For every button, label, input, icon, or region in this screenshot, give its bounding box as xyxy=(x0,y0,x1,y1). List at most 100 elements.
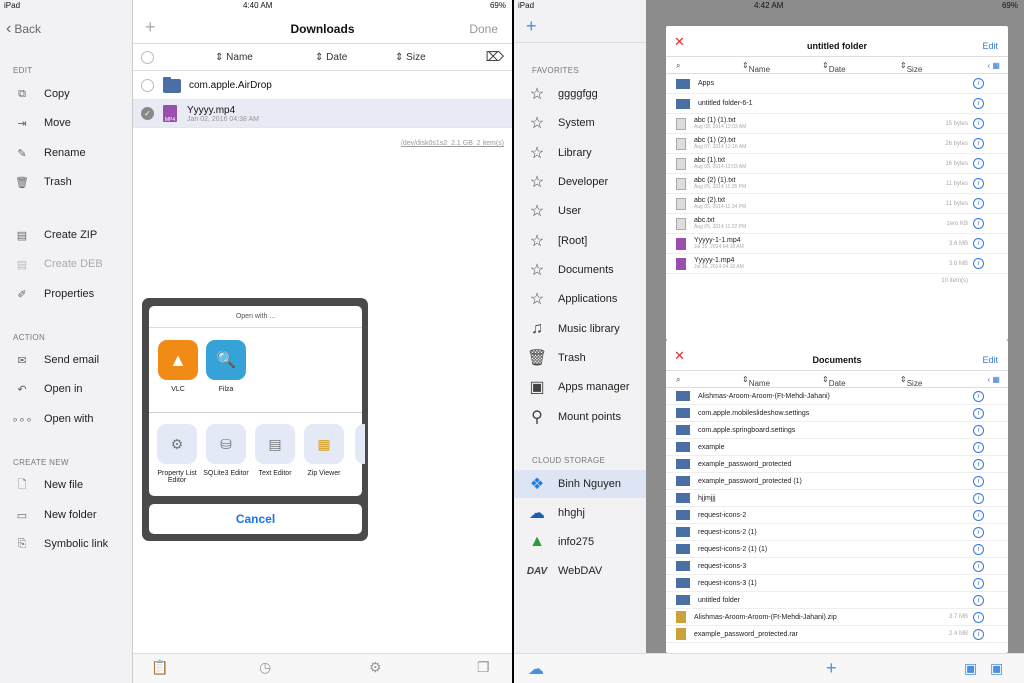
favorite-item[interactable]: ⚲ Mount points xyxy=(526,406,621,428)
clock-icon[interactable]: ◷ xyxy=(259,659,271,676)
info-icon[interactable]: i xyxy=(973,611,984,623)
info-icon[interactable]: i xyxy=(973,158,984,169)
action-text-editor[interactable]: ▤ Text Editor xyxy=(252,424,298,477)
search-icon[interactable]: ⌕ xyxy=(676,375,680,385)
file-row[interactable]: abc (1).txt Aug 05, 2014 12:03 AM 16 bytes… xyxy=(666,154,1008,174)
action-property-list-editor[interactable]: ⚙ Property List Editor xyxy=(154,424,200,484)
file-row[interactable]: com.apple.mobileslideshow.settings i xyxy=(666,405,1008,422)
sort-date[interactable]: ⇕ Date xyxy=(822,61,846,74)
file-row[interactable]: Yyyyy-1-1.mp4 Jul 16, 2014 04:18 AM 3.6 MB… xyxy=(666,234,1008,254)
row-radio[interactable] xyxy=(141,79,154,92)
sort-date[interactable]: ⇕ Date xyxy=(315,52,347,63)
action-new-folder[interactable]: ▭ New folder xyxy=(13,504,97,526)
sort-name[interactable]: ⇕ Name xyxy=(742,61,770,74)
action-move[interactable]: ⇥ Move xyxy=(13,112,71,134)
info-icon[interactable]: i xyxy=(973,458,984,470)
file-row[interactable]: request-icons-3 (1) i xyxy=(666,575,1008,592)
action-zip-viewer[interactable]: ▦ Zip Viewer xyxy=(301,424,347,477)
info-icon[interactable]: i xyxy=(973,543,984,555)
favorite-item[interactable]: ☆ Developer xyxy=(526,171,608,193)
clipboard-icon[interactable]: 📋 xyxy=(151,659,168,676)
row-radio-checked[interactable]: ✓ xyxy=(141,107,154,120)
info-icon[interactable]: i xyxy=(973,258,984,269)
file-row[interactable]: com.apple.AirDrop xyxy=(133,72,512,100)
action-trash[interactable]: 🗑 Trash xyxy=(13,171,72,193)
folder-dropbox-icon[interactable]: ▣ xyxy=(990,660,1003,677)
sort-size[interactable]: ⇕ Size xyxy=(900,61,922,74)
info-icon[interactable]: i xyxy=(973,407,984,419)
done-button[interactable]: Done xyxy=(469,22,498,36)
info-icon[interactable]: i xyxy=(973,138,984,149)
disk-path[interactable]: /dev/disk0s1s2 xyxy=(401,140,447,147)
favorite-item[interactable]: ☆ [Root] xyxy=(526,230,588,252)
info-icon[interactable]: i xyxy=(973,238,984,249)
file-row[interactable]: example_password_protected (1) i xyxy=(666,473,1008,490)
info-icon[interactable]: i xyxy=(973,441,984,453)
info-icon[interactable]: i xyxy=(973,118,984,129)
info-icon[interactable]: i xyxy=(973,198,984,209)
info-icon[interactable]: i xyxy=(973,560,984,572)
favorite-item[interactable]: 🗑 Trash xyxy=(526,347,586,369)
file-row[interactable]: com.apple.springboard.settings i xyxy=(666,422,1008,439)
info-icon[interactable]: i xyxy=(973,390,984,402)
windows-icon[interactable]: ❐ xyxy=(477,659,490,676)
file-row[interactable]: abc (1) (2).txt Aug 07, 2014 12:16 AM 26 b… xyxy=(666,134,1008,154)
file-row[interactable]: example i xyxy=(666,439,1008,456)
action-open-in[interactable]: ↶ Open in xyxy=(13,378,82,400)
favorite-item[interactable]: ☆ User xyxy=(526,200,581,222)
info-icon[interactable]: i xyxy=(973,424,984,436)
info-icon[interactable]: i xyxy=(973,218,984,229)
app-vlc[interactable]: ▲ VLC xyxy=(155,340,201,393)
favorite-item[interactable]: ☆ Documents xyxy=(526,259,614,281)
gear-icon[interactable]: ⚙ xyxy=(369,659,382,676)
file-row[interactable]: request-icons-2 i xyxy=(666,507,1008,524)
cloud-icon[interactable]: ☁ xyxy=(528,659,544,679)
tag-icon[interactable]: ⌦ xyxy=(486,49,504,65)
file-row[interactable]: request-icons-2 (1) i xyxy=(666,524,1008,541)
favorite-item[interactable]: ☆ System xyxy=(526,112,595,134)
info-icon[interactable]: i xyxy=(973,509,984,521)
window-card-documents[interactable]: ✕ Documents Edit ⌕ ⇕ Name ⇕ Date ⇕ Size ‹ ▦ Al… xyxy=(666,340,1008,653)
add-window-icon[interactable]: + xyxy=(826,658,837,679)
file-row[interactable]: Alishmas-Aroom-Aroom-(Ft-Mehdi-Jahani) i xyxy=(666,388,1008,405)
file-row[interactable]: untitled folder i xyxy=(666,592,1008,609)
file-row[interactable]: example_password_protected i xyxy=(666,456,1008,473)
cloud-item[interactable]: DAV WebDAV xyxy=(526,560,602,582)
action-copy[interactable]: ⧉ Copy xyxy=(13,83,70,105)
sort-size[interactable]: ⇕ Size xyxy=(395,52,426,63)
file-row[interactable]: request-icons-2 (1) (1) i xyxy=(666,541,1008,558)
info-icon[interactable]: i xyxy=(973,628,984,640)
sort-name[interactable]: ⇕ Name xyxy=(742,375,770,388)
action-create-zip[interactable]: ▤ Create ZIP xyxy=(13,224,97,246)
select-all-radio[interactable] xyxy=(141,51,154,64)
file-row[interactable]: abc.txt Aug 05, 2014 11:22 PM zero KB i xyxy=(666,214,1008,234)
file-row[interactable]: Alishmas-Aroom-Aroom-(Ft-Mehdi-Jahani).z… xyxy=(666,609,1008,626)
action-symbolic-link[interactable]: ⎘ Symbolic link xyxy=(13,533,109,555)
favorite-item[interactable]: ☆ Library xyxy=(526,142,592,164)
favorite-item[interactable]: ▣ Apps manager xyxy=(526,376,629,398)
add-icon[interactable]: + xyxy=(526,16,537,37)
action-open-with[interactable]: ∘∘∘ Open with xyxy=(12,408,94,430)
info-icon[interactable]: i xyxy=(973,475,984,487)
file-row[interactable]: untitled folder-6-1 i xyxy=(666,94,1008,114)
search-icon[interactable]: ⌕ xyxy=(676,61,680,71)
info-icon[interactable]: i xyxy=(973,577,984,589)
cloud-item-selected[interactable]: ❖ Binh Nguyen xyxy=(514,470,646,498)
file-row[interactable]: request-icons-3 i xyxy=(666,558,1008,575)
window-card-untitled-folder[interactable]: ✕ untitled folder Edit ⌕ ⇕ Name ⇕ Date ⇕ Size… xyxy=(666,26,1008,340)
sort-name[interactable]: ⇕ Name xyxy=(215,52,253,63)
info-icon[interactable]: i xyxy=(973,78,984,89)
info-icon[interactable]: i xyxy=(973,594,984,606)
cloud-item[interactable]: ☁ hhghj xyxy=(526,502,585,524)
cancel-button[interactable]: Cancel xyxy=(149,504,362,534)
app-filza[interactable]: 🔍 Filza xyxy=(203,340,249,393)
info-icon[interactable]: i xyxy=(973,492,984,504)
file-row-selected[interactable]: ✓ MP4 Yyyyy.mp4 Jan 02, 2016 04:38 AM xyxy=(133,100,512,128)
file-row[interactable]: Apps i xyxy=(666,74,1008,94)
grid-view-icon[interactable]: ‹ ▦ xyxy=(988,375,1000,384)
action-properties[interactable]: ✐ Properties xyxy=(13,283,94,305)
file-row[interactable]: abc (1) (1).txt Aug 08, 2014 12:03 AM 15 b… xyxy=(666,114,1008,134)
grid-view-icon[interactable]: ‹ ▦ xyxy=(988,61,1000,70)
favorite-item[interactable]: ☆ ggggfgg xyxy=(526,83,598,105)
info-icon[interactable]: i xyxy=(973,178,984,189)
